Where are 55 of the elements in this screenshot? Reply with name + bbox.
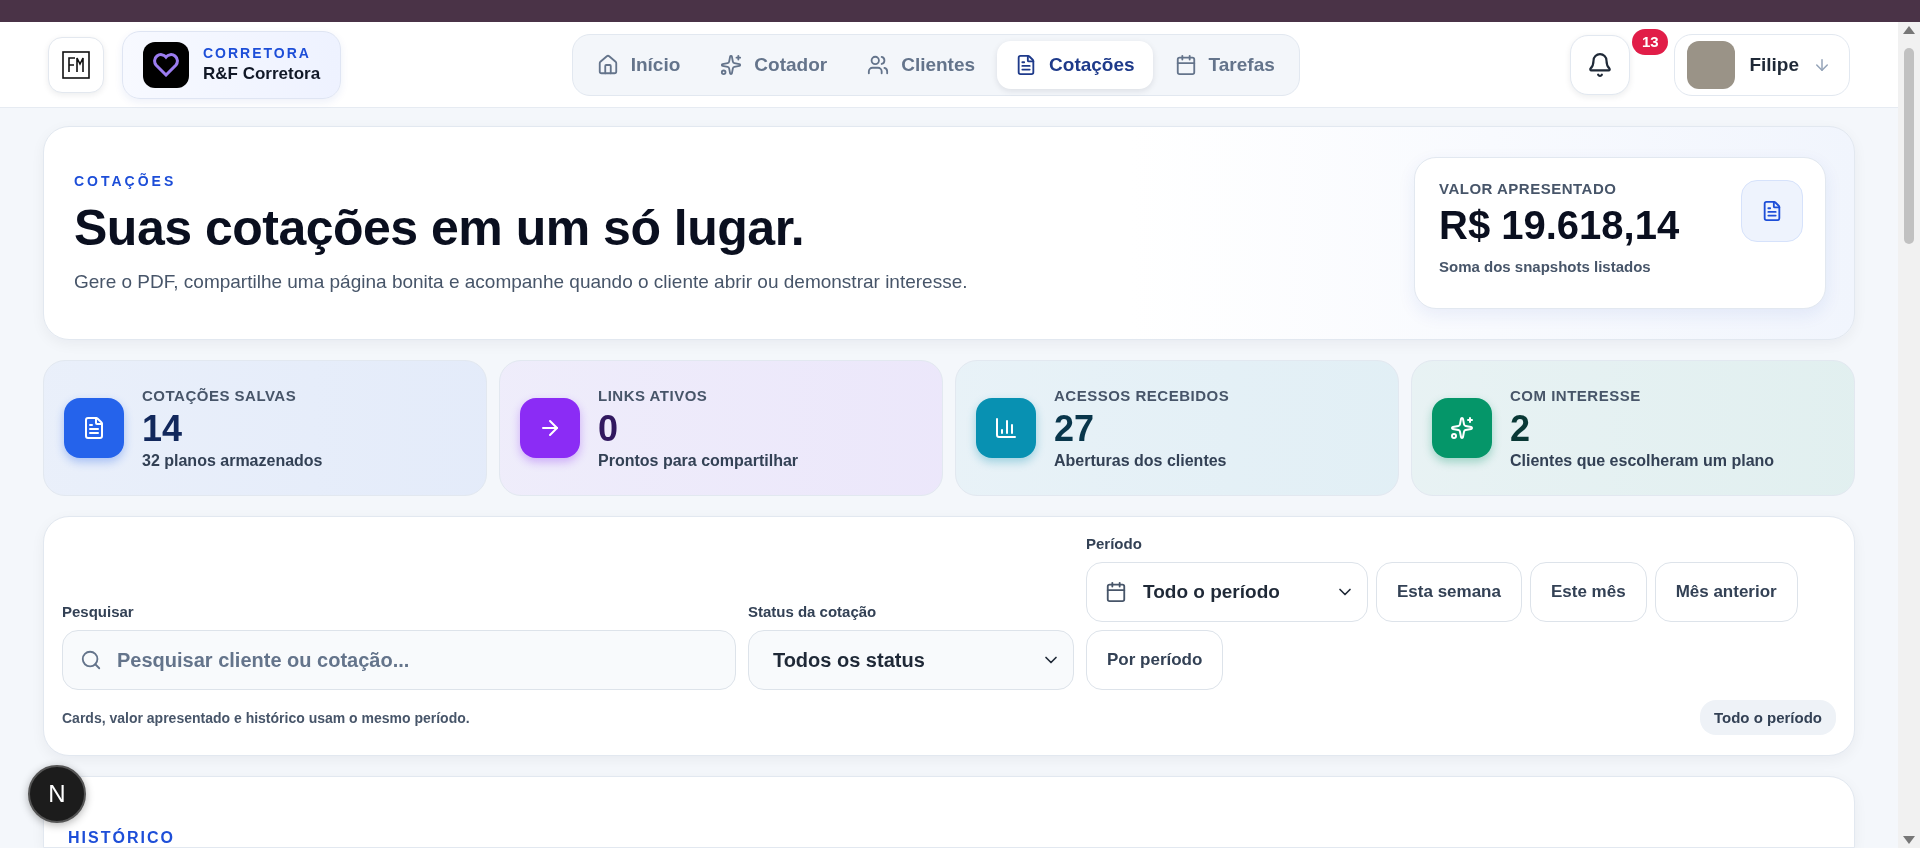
calendar-icon <box>1105 581 1127 603</box>
nav-tab[interactable]: Cotações <box>997 40 1153 89</box>
field-label: Status da cotação <box>747 603 878 620</box>
brand-label: CORRETORA <box>203 45 312 61</box>
period-preset-button[interactable]: Por período <box>1086 630 1224 690</box>
stat-label: ACESSOS RECEBIDOS <box>1054 386 1230 404</box>
heart-icon <box>153 52 179 77</box>
stat-label: COM INTERESSE <box>1510 386 1642 404</box>
notifications-button[interactable] <box>1570 34 1631 95</box>
field-label: Pesquisar <box>62 603 135 620</box>
nav-tab[interactable]: Início <box>578 40 699 89</box>
bell-icon <box>1587 51 1614 78</box>
stat-value: 2 <box>1510 407 1532 450</box>
brand-name: R&F Corretora <box>203 64 321 84</box>
sparkles-icon <box>720 53 743 76</box>
page-description: Gere o PDF, compartilhe uma página bonita e acompanhe quando o cliente abrir ou demonstrar interesse. <box>74 271 968 293</box>
notification-count: 13 <box>1632 28 1669 55</box>
summary-note: Soma dos snapshots listados <box>1439 258 1652 275</box>
logo-icon <box>61 49 91 80</box>
stat-note: 32 planos armazenados <box>142 451 323 470</box>
stat-label: LINKS ATIVOS <box>598 386 709 404</box>
period-preset-button[interactable]: Esta semana <box>1376 562 1522 622</box>
search-icon <box>80 649 102 671</box>
avatar-placeholder <box>1687 40 1736 89</box>
stat-note: Clientes que escolheram um plano <box>1510 451 1775 470</box>
dev-tools-button[interactable]: N <box>28 765 86 823</box>
nav-tab[interactable]: Cotador <box>702 40 846 89</box>
period-preset-button[interactable]: Mês anterior <box>1654 562 1798 622</box>
section-eyebrow: HISTÓRICO <box>68 827 175 847</box>
stat-note: Prontos para compartilhar <box>598 451 799 470</box>
nav-tab[interactable]: Clientes <box>849 40 994 89</box>
stat-value: 27 <box>1054 407 1096 450</box>
status-select[interactable]: Todos os status <box>747 630 1074 690</box>
stat-label: COTAÇÕES SALVAS <box>142 386 298 404</box>
nav-tab[interactable]: Tarefas <box>1156 40 1293 89</box>
period-select[interactable]: Todo o período <box>1086 562 1368 622</box>
section-eyebrow: COTAÇÕES <box>74 173 178 189</box>
profile-button[interactable]: Filipe <box>1674 33 1850 96</box>
calendar-icon <box>1174 53 1197 76</box>
search-field[interactable]: Pesquisar cliente ou cotação... <box>62 630 736 690</box>
page-title: Suas cotações em um só lugar. <box>74 199 806 257</box>
filter-note: Cards, valor apresentado e histórico usam o mesmo período. <box>62 709 470 726</box>
document-icon <box>1741 180 1803 242</box>
summary-value: R$ 19.618,14 <box>1439 203 1680 248</box>
period-chip: Todo o período <box>1699 700 1836 735</box>
stat-value: 14 <box>142 407 184 450</box>
stat-value: 0 <box>598 407 620 450</box>
users-icon <box>867 53 890 76</box>
logo-button[interactable] <box>48 36 104 93</box>
brand-card[interactable]: CORRETORA R&F Corretora <box>122 30 342 99</box>
summary-label: VALOR APRESENTADO <box>1439 180 1618 197</box>
period-preset-button[interactable]: Este mês <box>1529 562 1647 622</box>
stat-note: Aberturas dos clientes <box>1054 451 1228 470</box>
home-icon <box>596 53 619 76</box>
field-label: Período <box>1086 535 1143 552</box>
